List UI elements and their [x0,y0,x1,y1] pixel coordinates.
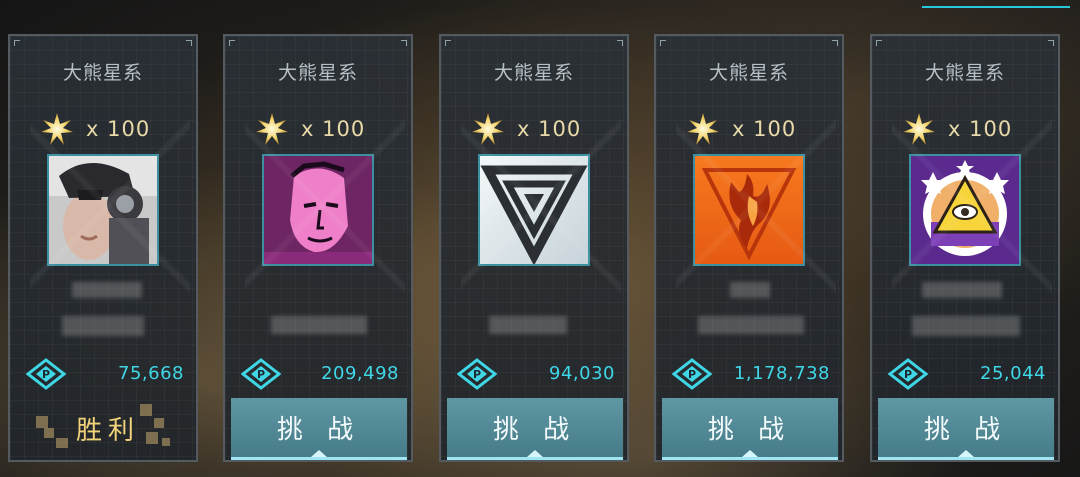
galaxy-title: 大熊星系 [277,62,358,84]
button-notch [958,450,974,457]
challenge-button[interactable]: 挑 战 [231,398,407,460]
galaxy-title: 大熊星系 [708,62,789,84]
svg-text:P: P [257,368,265,381]
reward-amount: x 100 [948,117,1013,141]
score-row: P 1,178,738 [672,358,830,390]
opponent-avatar[interactable] [478,154,590,266]
player-score: 209,498 [321,363,399,384]
opponent-avatar[interactable] [693,154,805,266]
opponent-card-2: 大熊星系 x 100 P 209,498 挑 战 [223,34,413,462]
blurred-guild-name [698,316,804,334]
pink-cyber-face [264,156,372,264]
corner-mark [14,40,20,46]
star-burst-icon [472,113,504,145]
player-score: 25,044 [980,363,1046,384]
corner-mark [876,40,882,46]
challenge-label: 挑 战 [923,415,1009,445]
opponent-card-3: 大熊星系 x 100 P 94,030 挑 战 [439,34,629,462]
reward-amount: x 100 [301,117,366,141]
reward-amount: x 100 [732,117,797,141]
p-points-icon: P [888,358,928,390]
svg-text:P: P [42,368,50,381]
p-points-icon: P [457,358,497,390]
score-row: P 75,668 [26,358,184,390]
opponent-card-1: 大熊星系 x 100 P 75,668 胜利 [8,34,198,462]
challenge-label: 挑 战 [492,415,578,445]
corner-mark [660,40,666,46]
reward-row: x 100 [471,112,581,146]
opponent-card-5: 大熊星系 x 100 P 25,044 挑 战 [870,34,1060,462]
corner-mark [445,40,451,46]
victory-label: 胜利 [76,416,141,446]
star-burst-icon [903,113,935,145]
corner-mark [229,40,235,46]
challenge-button[interactable]: 挑 战 [662,398,838,460]
reward-row: x 100 [255,112,365,146]
challenge-button[interactable]: 挑 战 [447,398,623,460]
opponent-card-4: 大熊星系 x 100 P 1,178,738 挑 战 [654,34,844,462]
reward-row: x 100 [40,112,150,146]
blurred-player-name [72,282,142,298]
player-score: 75,668 [118,363,184,384]
blurred-guild-name [271,316,367,334]
galaxy-title: 大熊星系 [62,62,143,84]
corner-mark [1048,40,1054,46]
corner-mark [186,40,192,46]
corner-mark [617,40,623,46]
opponent-avatar[interactable] [909,154,1021,266]
blurred-guild-name [62,316,144,336]
eye-pyramid-emblem [911,156,1019,264]
score-row: P 94,030 [457,358,615,390]
challenge-label: 挑 战 [707,415,793,445]
button-notch [742,450,758,457]
reward-row: x 100 [902,112,1012,146]
svg-text:P: P [688,368,696,381]
cyborg-woman-portrait [49,156,157,264]
p-points-icon: P [241,358,281,390]
blurred-player-name [922,282,1002,298]
star-burst-icon [256,113,288,145]
triangle-emblem [480,156,588,264]
reward-row: x 100 [686,112,796,146]
challenge-label: 挑 战 [276,415,362,445]
star-burst-icon [41,113,73,145]
svg-text:P: P [473,368,481,381]
victory-status: 胜利 [30,398,180,454]
score-row: P 209,498 [241,358,399,390]
reward-amount: x 100 [86,117,151,141]
opponent-avatar[interactable] [47,154,159,266]
flame-emblem [695,156,803,264]
corner-mark [832,40,838,46]
p-points-icon: P [672,358,712,390]
star-burst-icon [687,113,719,145]
challenge-button[interactable]: 挑 战 [878,398,1054,460]
blurred-player-name [730,282,770,298]
galaxy-title: 大熊星系 [924,62,1005,84]
opponent-avatar[interactable] [262,154,374,266]
top-tab-indicator [922,0,1070,8]
galaxy-title: 大熊星系 [493,62,574,84]
button-notch [311,450,327,457]
blurred-guild-name [489,316,567,334]
corner-mark [401,40,407,46]
player-score: 1,178,738 [733,363,830,384]
player-score: 94,030 [549,363,615,384]
score-row: P 25,044 [888,358,1046,390]
button-notch [527,450,543,457]
svg-text:P: P [904,368,912,381]
blurred-guild-name [912,316,1020,336]
reward-amount: x 100 [517,117,582,141]
p-points-icon: P [26,358,66,390]
